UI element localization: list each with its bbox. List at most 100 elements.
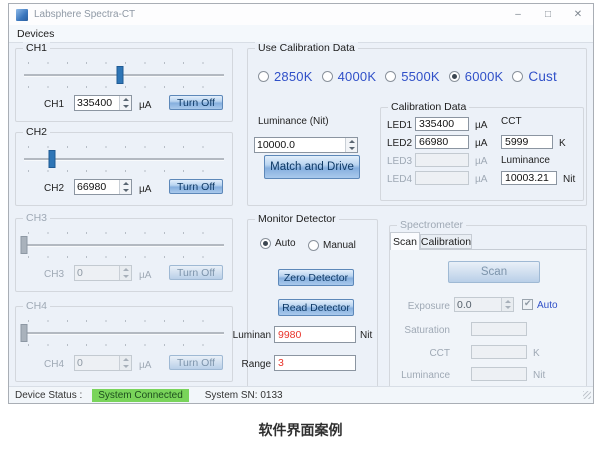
ch4-slider bbox=[24, 319, 224, 347]
ch1-unit: µA bbox=[139, 100, 151, 111]
ch3-slider bbox=[24, 231, 224, 259]
target-luminance-spinner[interactable] bbox=[254, 137, 358, 153]
ch3-slider-thumb bbox=[21, 236, 28, 254]
cal-luminance-label: Luminance bbox=[501, 155, 550, 166]
close-button[interactable]: ✕ bbox=[563, 4, 593, 25]
ch4-current-spinner bbox=[74, 355, 132, 371]
led4-label: LED4 bbox=[387, 174, 412, 185]
ch1-current-input[interactable] bbox=[75, 96, 119, 110]
maximize-button[interactable]: □ bbox=[533, 4, 563, 25]
led3-value-box bbox=[415, 153, 469, 167]
zero-detector-button[interactable]: Zero Detector bbox=[278, 269, 354, 286]
radio-4000k[interactable]: 4000K bbox=[322, 69, 377, 84]
led1-unit: µA bbox=[475, 120, 487, 131]
tab-scan[interactable]: Scan bbox=[390, 232, 420, 250]
spinner-arrows[interactable] bbox=[119, 180, 131, 194]
slider-ticks bbox=[28, 232, 220, 234]
ch2-current-spinner[interactable] bbox=[74, 179, 132, 195]
ch3-current-spinner bbox=[74, 265, 132, 281]
group-title-ch3: CH3 bbox=[23, 212, 50, 224]
ch2-slider[interactable] bbox=[24, 145, 224, 173]
system-sn: System SN: 0133 bbox=[205, 390, 283, 401]
group-use-calibration: Use Calibration Data 2850K 4000K 5500K 6… bbox=[247, 48, 587, 206]
slider-track bbox=[24, 332, 224, 335]
exposure-spinner bbox=[454, 297, 514, 312]
spectro-luminance-unit: Nit bbox=[533, 370, 545, 381]
monitor-luminance-box[interactable] bbox=[274, 326, 356, 343]
group-title-ch4: CH4 bbox=[23, 300, 50, 312]
ch2-current-input[interactable] bbox=[75, 180, 119, 194]
ch1-slider-thumb[interactable] bbox=[117, 66, 124, 84]
radio-icon[interactable] bbox=[512, 71, 523, 82]
group-title-ch1: CH1 bbox=[23, 42, 50, 54]
radio-icon[interactable] bbox=[258, 71, 269, 82]
menu-item-devices[interactable]: Devices bbox=[17, 28, 54, 40]
group-title-spectrometer: Spectrometer bbox=[397, 219, 466, 231]
ch1-current-spinner[interactable] bbox=[74, 95, 132, 111]
ch2-label: CH2 bbox=[44, 183, 64, 194]
monitor-manual-radio[interactable]: Manual bbox=[308, 240, 356, 251]
spectro-cct-label: CCT bbox=[390, 348, 450, 359]
ch2-unit: µA bbox=[139, 184, 151, 195]
monitor-auto-radio[interactable]: Auto bbox=[260, 238, 296, 249]
ch4-unit: µA bbox=[139, 360, 151, 371]
group-title-ch2: CH2 bbox=[23, 126, 50, 138]
radio-icon[interactable] bbox=[449, 71, 460, 82]
minimize-button[interactable]: – bbox=[503, 4, 533, 25]
radio-icon[interactable] bbox=[385, 71, 396, 82]
exposure-label: Exposure bbox=[390, 301, 450, 312]
cal-luminance-unit: Nit bbox=[563, 174, 575, 185]
radio-icon[interactable] bbox=[308, 240, 319, 251]
spinner-arrows[interactable] bbox=[119, 96, 131, 110]
led1-value-box bbox=[415, 117, 469, 131]
screenshot-root: Labsphere Spectra-CT – □ ✕ Devices CH1 C… bbox=[0, 0, 601, 452]
led2-value-box bbox=[415, 135, 469, 149]
led1-label: LED1 bbox=[387, 120, 412, 131]
range-box[interactable] bbox=[274, 355, 356, 371]
ch1-turn-off-button[interactable]: Turn Off bbox=[169, 95, 223, 110]
read-detector-button[interactable]: Read Detector bbox=[278, 299, 354, 316]
ch3-label: CH3 bbox=[44, 269, 64, 280]
spectro-cct-box bbox=[471, 345, 527, 359]
window-controls: – □ ✕ bbox=[503, 4, 593, 25]
group-ch1: CH1 CH1 µA Turn Off bbox=[15, 48, 233, 122]
ch2-slider-thumb[interactable] bbox=[49, 150, 56, 168]
led4-value-box bbox=[415, 171, 469, 185]
slider-ticks bbox=[28, 344, 220, 346]
spectro-cct-unit: K bbox=[533, 348, 540, 359]
ch2-turn-off-button[interactable]: Turn Off bbox=[169, 179, 223, 194]
spinner-arrows[interactable] bbox=[345, 138, 357, 152]
slider-ticks bbox=[28, 86, 220, 88]
spectro-luminance-label: Luminance bbox=[390, 370, 450, 381]
radio-icon[interactable] bbox=[322, 71, 333, 82]
slider-track bbox=[24, 244, 224, 247]
group-monitor-detector: Monitor Detector Auto Manual Zero Detect… bbox=[247, 219, 378, 389]
ch1-slider[interactable] bbox=[24, 61, 224, 89]
group-calibration-data: Calibration Data LED1 µA LED2 µA L bbox=[380, 107, 584, 201]
app-icon bbox=[16, 9, 28, 21]
radio-6000k[interactable]: 6000K bbox=[449, 69, 504, 84]
target-luminance-input[interactable] bbox=[255, 138, 345, 152]
cct-unit: K bbox=[559, 138, 566, 149]
radio-2850k[interactable]: 2850K bbox=[258, 69, 313, 84]
ch4-label: CH4 bbox=[44, 359, 64, 370]
saturation-box bbox=[471, 322, 527, 336]
auto-checkbox bbox=[522, 299, 533, 310]
match-and-drive-button[interactable]: Match and Drive bbox=[264, 155, 360, 179]
spinner-arrows bbox=[119, 356, 131, 370]
title-bar: Labsphere Spectra-CT – □ ✕ bbox=[9, 4, 593, 25]
connection-status-badge: System Connected bbox=[92, 389, 189, 402]
ch4-current-input bbox=[75, 356, 119, 370]
ch3-turn-off-button: Turn Off bbox=[169, 265, 223, 280]
tab-calibration[interactable]: Calibration bbox=[420, 234, 472, 249]
radio-5500k[interactable]: 5500K bbox=[385, 69, 440, 84]
led4-unit: µA bbox=[475, 174, 487, 185]
radio-icon[interactable] bbox=[260, 238, 271, 249]
ch4-turn-off-button: Turn Off bbox=[169, 355, 223, 370]
radio-cust[interactable]: Cust bbox=[512, 69, 557, 84]
range-label: Range bbox=[232, 359, 271, 370]
spectro-luminance-box bbox=[471, 367, 527, 381]
resize-grip-icon[interactable] bbox=[583, 391, 591, 399]
scan-button[interactable]: Scan bbox=[448, 261, 540, 283]
auto-checkbox-label: Auto bbox=[537, 300, 558, 311]
